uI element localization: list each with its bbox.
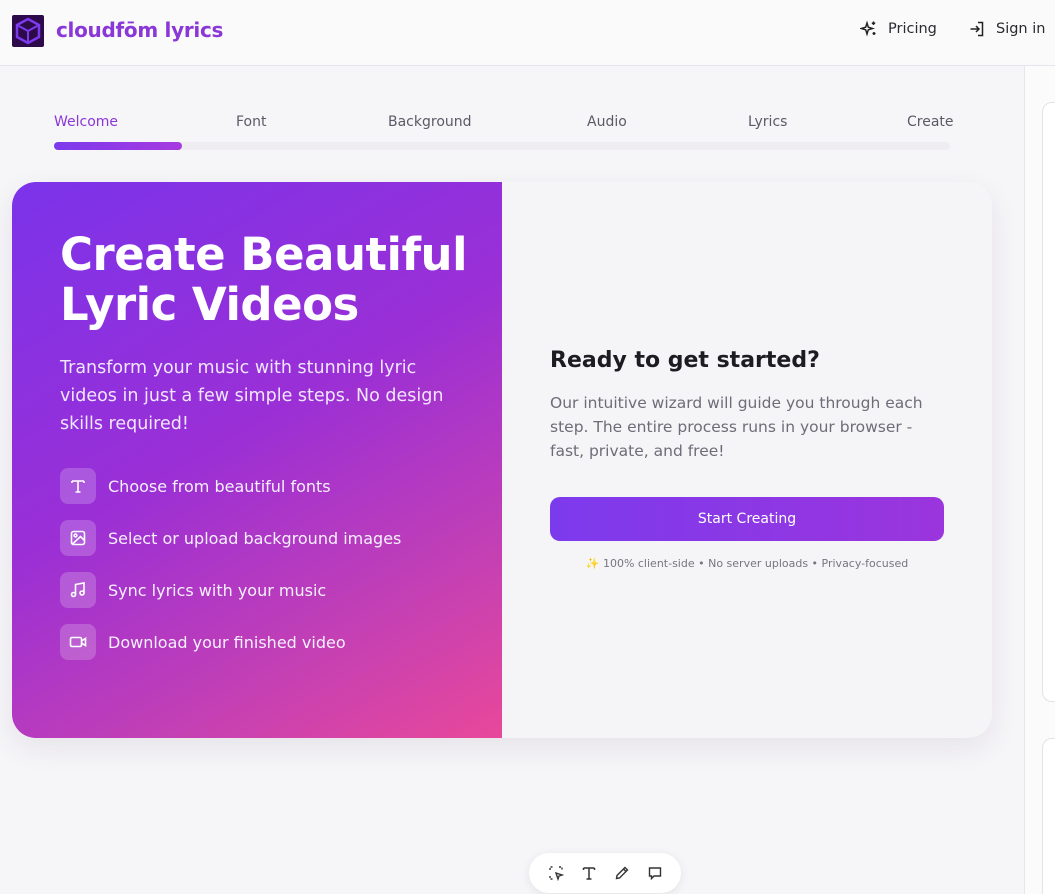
step-lyrics[interactable]: Lyrics [748,114,787,130]
login-icon [968,20,986,38]
wizard-steps: Welcome Font Background Audio Lyrics Cre… [54,114,954,154]
app-header: cloudfōm lyrics Pricing Sign in [0,0,1055,66]
feature-label: Sync lyrics with your music [108,580,327,600]
feature-item: Sync lyrics with your music [60,572,502,608]
step-progress-fill [54,142,182,150]
feature-label: Choose from beautiful fonts [108,476,331,496]
step-progress-track [54,142,950,150]
logo-icon[interactable] [12,15,44,47]
signin-label: Sign in [996,21,1046,37]
cta-panel: Ready to get started? Our intuitive wiza… [502,182,992,738]
video-icon [60,624,96,660]
select-icon[interactable] [544,861,568,885]
step-audio[interactable]: Audio [587,114,627,130]
feature-label: Download your finished video [108,632,346,652]
privacy-note: ✨ 100% client-side • No server uploads •… [585,557,909,570]
feature-item: Select or upload background images [60,520,502,556]
brand-name[interactable]: cloudfōm lyrics [56,18,223,42]
step-font[interactable]: Font [236,114,266,130]
cta-title: Ready to get started? [550,348,820,373]
feature-label: Select or upload background images [108,528,402,548]
pricing-link[interactable]: Pricing [860,20,937,38]
comment-icon[interactable] [643,861,667,885]
side-panel-card [1042,102,1055,702]
text-icon [60,468,96,504]
sparkles-icon [860,20,878,38]
pen-icon[interactable] [610,861,634,885]
side-panel-card [1042,738,1055,894]
image-icon [60,520,96,556]
signin-link[interactable]: Sign in [968,20,1045,38]
pricing-label: Pricing [888,21,937,37]
step-background[interactable]: Background [388,114,472,130]
feature-item: Choose from beautiful fonts [60,468,502,504]
annotation-toolbar [529,853,681,893]
step-create[interactable]: Create [907,114,954,130]
cta-description: Our intuitive wizard will guide you thro… [550,394,923,460]
welcome-card: Create Beautiful Lyric Videos Transform … [12,182,992,738]
side-panel [1024,66,1055,894]
hero-title: Create Beautiful Lyric Videos [60,228,468,331]
step-welcome[interactable]: Welcome [54,114,118,130]
feature-item: Download your finished video [60,624,502,660]
start-creating-button[interactable]: Start Creating [550,497,944,541]
music-icon [60,572,96,608]
hero-subtitle: Transform your music with stunning lyric… [60,358,444,434]
feature-list: Choose from beautiful fonts Select or up… [60,468,502,660]
text-icon[interactable] [577,861,601,885]
hero-panel: Create Beautiful Lyric Videos Transform … [12,182,502,738]
